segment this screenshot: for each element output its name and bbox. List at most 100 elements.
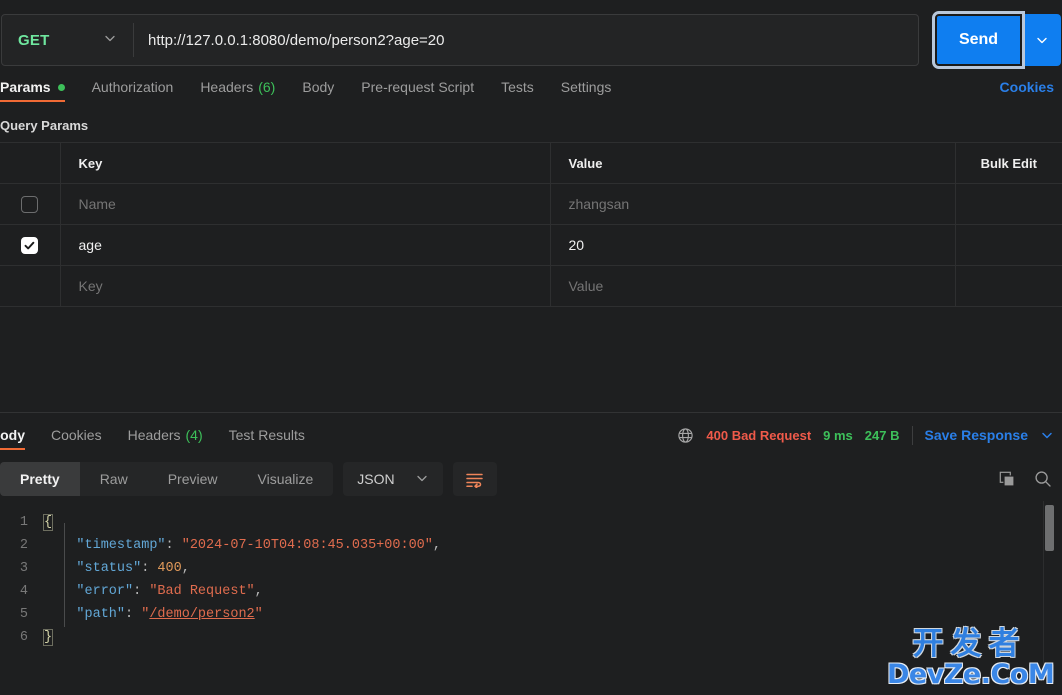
body-format-label: JSON bbox=[357, 471, 395, 487]
response-body-toolbar: Pretty Raw Preview Visualize JSON bbox=[0, 457, 1062, 501]
tab-settings[interactable]: Settings bbox=[561, 79, 612, 102]
request-tab-bar: Params Authorization Headers (6) Body Pr… bbox=[0, 68, 1062, 102]
globe-icon[interactable] bbox=[677, 427, 694, 444]
token-brace: } bbox=[42, 629, 54, 646]
url-input-group: GET http://127.0.0.1:8080/demo/person2?a… bbox=[1, 14, 919, 66]
send-button-group: Send bbox=[932, 11, 1061, 69]
param-value-input[interactable]: Value bbox=[550, 265, 956, 307]
token-punc: : bbox=[133, 584, 150, 599]
token-key: "error" bbox=[76, 584, 134, 599]
send-options-chevron-down-icon[interactable] bbox=[1023, 14, 1061, 66]
line-number: 6 bbox=[19, 630, 28, 645]
bulk-edit-button[interactable]: Bulk Edit bbox=[955, 143, 1062, 184]
token-link[interactable]: /demo/person2 bbox=[149, 607, 254, 622]
response-tab-headers[interactable]: Headers (4) bbox=[128, 413, 203, 457]
token-key: "status" bbox=[76, 561, 142, 576]
response-size: 247 B bbox=[864, 427, 900, 443]
view-mode-pretty[interactable]: Pretty bbox=[0, 462, 80, 496]
send-button[interactable]: Send bbox=[932, 11, 1025, 69]
token-punc: , bbox=[254, 584, 263, 599]
token-punc: , bbox=[181, 561, 190, 576]
tab-tests[interactable]: Tests bbox=[501, 79, 534, 102]
token-str: " bbox=[254, 607, 263, 622]
copy-icon[interactable] bbox=[999, 471, 1016, 488]
tab-authorization[interactable]: Authorization bbox=[92, 79, 174, 102]
tab-pre-request-script[interactable]: Pre-request Script bbox=[361, 79, 474, 102]
line-number: 4 bbox=[19, 584, 28, 599]
tab-body[interactable]: Body bbox=[302, 79, 334, 102]
code-scrollbar[interactable] bbox=[1043, 501, 1054, 679]
response-tab-cookies[interactable]: Cookies bbox=[51, 413, 102, 457]
code-scrollbar-thumb[interactable] bbox=[1045, 505, 1054, 551]
view-mode-raw[interactable]: Raw bbox=[80, 462, 148, 496]
code-line-text: "error": "Bad Request", bbox=[44, 580, 263, 603]
response-body-actions bbox=[999, 470, 1062, 488]
token-key: "path" bbox=[76, 607, 126, 622]
param-key-input[interactable]: Key bbox=[60, 265, 551, 307]
code-line: 6} bbox=[0, 626, 1062, 649]
view-mode-visualize[interactable]: Visualize bbox=[238, 462, 334, 496]
save-response-button[interactable]: Save Response bbox=[925, 427, 1029, 443]
status-divider bbox=[911, 425, 913, 445]
word-wrap-icon[interactable] bbox=[452, 462, 497, 496]
row-description-cell[interactable] bbox=[955, 266, 1062, 307]
token-brace: { bbox=[42, 514, 54, 531]
tab-tests-label: Tests bbox=[501, 79, 534, 95]
table-row: Key Value bbox=[0, 265, 1062, 307]
tab-authorization-label: Authorization bbox=[91, 79, 174, 95]
postman-app: GET http://127.0.0.1:8080/demo/person2?a… bbox=[0, 0, 1062, 695]
table-header-row: Key Value Bulk Edit bbox=[0, 142, 1062, 184]
line-number: 3 bbox=[19, 561, 28, 576]
cookies-link[interactable]: Cookies bbox=[1000, 79, 1054, 102]
header-cell-checkbox bbox=[0, 142, 61, 184]
tab-params[interactable]: Params bbox=[0, 79, 65, 102]
code-line: 4 "error": "Bad Request", bbox=[0, 580, 1062, 603]
response-tab-test-results[interactable]: Test Results bbox=[229, 413, 305, 457]
view-mode-group: Pretty Raw Preview Visualize bbox=[0, 462, 334, 496]
param-value-input[interactable]: 20 bbox=[550, 224, 956, 266]
status-badge: 400 Bad Request bbox=[706, 427, 812, 443]
tab-pre-request-script-label: Pre-request Script bbox=[361, 79, 475, 95]
tab-settings-label: Settings bbox=[560, 79, 612, 95]
code-line-text: "path": "/demo/person2" bbox=[44, 603, 263, 626]
token-num: 400 bbox=[157, 561, 182, 576]
row-description-cell[interactable] bbox=[955, 184, 1062, 225]
url-input[interactable]: http://127.0.0.1:8080/demo/person2?age=2… bbox=[134, 15, 918, 65]
tab-headers[interactable]: Headers (6) bbox=[200, 79, 275, 102]
response-time: 9 ms bbox=[823, 427, 853, 443]
token-punc: : bbox=[165, 538, 182, 553]
search-icon[interactable] bbox=[1034, 470, 1052, 488]
param-enabled-checkbox[interactable] bbox=[21, 195, 39, 213]
line-number: 5 bbox=[19, 607, 28, 622]
code-line: 3 "status": 400, bbox=[0, 557, 1062, 580]
http-method-label: GET bbox=[18, 31, 50, 49]
row-description-cell[interactable] bbox=[955, 225, 1062, 266]
http-method-select[interactable]: GET bbox=[2, 15, 133, 65]
response-pane: Body Cookies Headers (4) Test Results 40… bbox=[0, 413, 1062, 695]
code-line: 2 "timestamp": "2024-07-10T04:08:45.035+… bbox=[0, 534, 1062, 557]
response-status-bar: 400 Bad Request 9 ms 247 B Save Response bbox=[677, 425, 1062, 445]
save-response-chevron-down-icon[interactable] bbox=[1040, 428, 1054, 442]
view-mode-preview[interactable]: Preview bbox=[148, 462, 238, 496]
table-row: Name zhangsan bbox=[0, 183, 1062, 225]
response-tab-headers-count: (4) bbox=[185, 427, 203, 443]
tab-params-label: Params bbox=[0, 79, 51, 95]
tab-body-label: Body bbox=[302, 79, 335, 95]
response-body-code[interactable]: 1{2 "timestamp": "2024-07-10T04:08:45.03… bbox=[0, 501, 1062, 679]
chevron-down-icon bbox=[415, 471, 429, 488]
param-key-input[interactable]: age bbox=[60, 224, 551, 266]
response-tab-body[interactable]: Body bbox=[0, 413, 25, 457]
param-enabled-checkbox[interactable] bbox=[21, 236, 39, 254]
param-value-input[interactable]: zhangsan bbox=[550, 183, 956, 225]
row-checkbox-cell bbox=[0, 265, 61, 307]
param-key-input[interactable]: Name bbox=[60, 183, 551, 225]
line-number: 2 bbox=[19, 538, 28, 553]
header-cell-value: Value bbox=[550, 142, 956, 184]
code-line: 5 "path": "/demo/person2" bbox=[0, 603, 1062, 626]
row-checkbox-cell bbox=[0, 183, 61, 225]
body-format-select[interactable]: JSON bbox=[343, 462, 443, 496]
